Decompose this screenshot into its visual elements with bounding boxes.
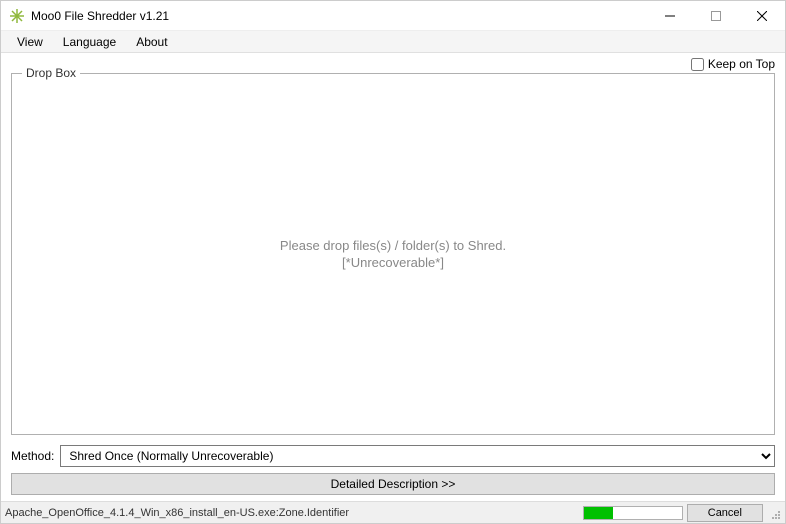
window-controls [647,1,785,31]
method-row: Method: Shred Once (Normally Unrecoverab… [11,445,775,467]
menu-view[interactable]: View [7,33,53,51]
window-title: Moo0 File Shredder v1.21 [31,9,169,23]
cancel-button[interactable]: Cancel [687,504,763,522]
menu-about[interactable]: About [126,33,177,51]
progress-fill [584,507,613,519]
method-select[interactable]: Shred Once (Normally Unrecoverable) [60,445,775,467]
keep-on-top-label[interactable]: Keep on Top [708,57,775,71]
menubar: View Language About [1,31,785,53]
drop-hint-line2: [*Unrecoverable*] [342,255,444,270]
drop-box[interactable]: Drop Box Please drop files(s) / folder(s… [11,73,775,435]
titlebar: Moo0 File Shredder v1.21 [1,1,785,31]
options-row: Keep on Top [1,53,785,73]
main-content: Drop Box Please drop files(s) / folder(s… [1,73,785,501]
drop-box-legend: Drop Box [22,66,80,80]
minimize-button[interactable] [647,1,693,31]
app-icon [9,8,25,24]
method-label: Method: [11,449,54,463]
drop-hint-line1: Please drop files(s) / folder(s) to Shre… [280,238,506,253]
keep-on-top-wrap[interactable]: Keep on Top [691,57,775,71]
close-button[interactable] [739,1,785,31]
keep-on-top-checkbox[interactable] [691,58,704,71]
resize-grip-icon[interactable] [767,506,781,520]
statusbar: Apache_OpenOffice_4.1.4_Win_x86_install_… [1,501,785,523]
drop-box-inner: Please drop files(s) / folder(s) to Shre… [12,74,774,434]
detailed-description-button[interactable]: Detailed Description >> [11,473,775,495]
status-text: Apache_OpenOffice_4.1.4_Win_x86_install_… [5,507,579,519]
progress-bar [583,506,683,520]
menu-language[interactable]: Language [53,33,126,51]
maximize-button[interactable] [693,1,739,31]
